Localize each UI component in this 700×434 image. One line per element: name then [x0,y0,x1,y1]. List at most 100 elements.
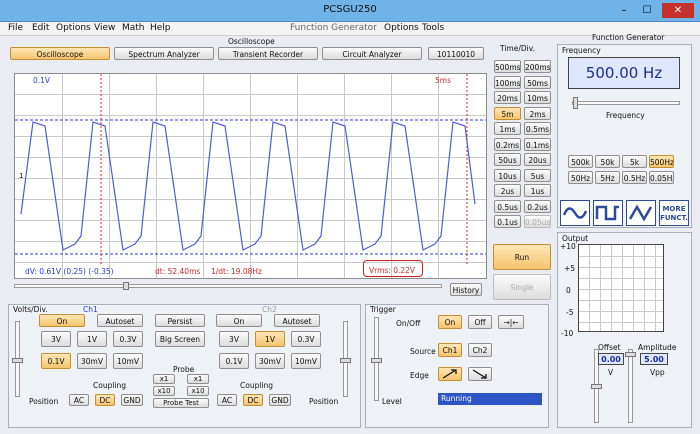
ch2-probe-x10-button[interactable]: x10 [187,386,209,396]
ch2-probe-x1-button[interactable]: x1 [187,374,209,384]
horizontal-scroll[interactable] [14,282,442,290]
source-ch1-button[interactable]: Ch1 [438,343,462,357]
timediv-button-200ms[interactable]: 200ms [524,60,551,73]
scroll-knob[interactable] [123,282,129,290]
ch1-position-knob[interactable] [12,358,23,363]
more-functions-button[interactable]: MORE FUNCT. [659,200,689,226]
ch1-probe-x1-button[interactable]: x1 [153,374,175,384]
minimize-button[interactable]: – [614,3,634,18]
range-button-0-5Hz[interactable]: 0.5Hz [622,171,647,184]
ch1-autoset-button[interactable]: Autoset [97,314,143,327]
ch1-1v-button[interactable]: 1V [77,331,107,347]
ch1-30mv-button[interactable]: 30mV [77,353,107,369]
timediv-button-2ms[interactable]: 2ms [524,106,551,120]
ch1-probe-x10-button[interactable]: x10 [153,386,175,396]
timediv-button-50ms[interactable]: 50ms [524,75,551,89]
ch2-1v-button[interactable]: 1V [255,331,285,347]
ch1-0-1v-button[interactable]: 0.1V [41,353,71,369]
trigger-level-knob[interactable] [371,358,382,363]
ch2-position-knob[interactable] [340,358,351,363]
timediv-button-1us[interactable]: 1us [524,184,551,197]
ch2-10mv-button[interactable]: 10mV [291,353,321,369]
trigger-on-button[interactable]: On [438,315,462,329]
source-ch2-button[interactable]: Ch2 [468,343,492,357]
tab-transient-recorder[interactable]: Transient Recorder [218,47,318,60]
triangle-wave-button[interactable] [626,200,656,226]
ch2-0-1v-button[interactable]: 0.1V [219,353,249,369]
tab-oscilloscope[interactable]: Oscilloscope [10,47,110,60]
trigger-off-button[interactable]: Off [468,315,492,329]
ch2-autoset-button[interactable]: Autoset [274,314,320,327]
run-button[interactable]: Run [493,244,551,270]
ch2-position-slider[interactable] [340,321,351,397]
ch2-30mv-button[interactable]: 30mV [255,353,285,369]
maximize-button[interactable]: ☐ [637,3,657,18]
range-button-5k[interactable]: 5k [622,155,647,168]
range-button-0-05Hz[interactable]: 0.05Hz [649,171,674,184]
timediv-button-500ms[interactable]: 500ms [494,60,521,73]
timediv-button-50us[interactable]: 50us [494,153,521,166]
ch2-on-button[interactable]: On [216,314,262,327]
timediv-button-20us[interactable]: 20us [524,153,551,166]
close-button[interactable]: ✕ [662,3,694,18]
ch1-0-3v-button[interactable]: 0.3V [113,331,143,347]
frequency-slider[interactable] [572,97,680,109]
scope-screen[interactable]: 1 0.1V 5ms dV: 0.61V (0.25) (-0.35) dt: … [14,73,487,279]
ch1-3v-button[interactable]: 3V [41,331,71,347]
timediv-button-20ms[interactable]: 20ms [494,91,521,104]
rising-edge-button[interactable] [438,367,462,381]
timediv-button-5m[interactable]: 5m [494,106,521,120]
timediv-button-0-5ms[interactable]: 0.5ms [524,122,551,135]
ch2-ac-button[interactable]: AC [217,394,237,406]
timediv-button-1ms[interactable]: 1ms [494,122,521,135]
menu-edit[interactable]: Edit [32,23,49,33]
probe-test-button[interactable]: Probe Test [153,398,209,408]
tab-spectrum-analyzer[interactable]: Spectrum Analyzer [114,47,214,60]
ch2-0-3v-button[interactable]: 0.3V [291,331,321,347]
trigger-center-button[interactable]: →|← [498,315,524,329]
timediv-button-2us[interactable]: 2us [494,184,521,197]
timediv-button-0-2us[interactable]: 0.2us [524,199,551,213]
timediv-button-100ms[interactable]: 100ms [494,75,521,89]
range-button-500k[interactable]: 500k [568,155,593,168]
tab-circuit-analyzer[interactable]: Circuit Analyzer [322,47,422,60]
amplitude-slider[interactable] [625,349,636,423]
frequency-knob[interactable] [573,97,578,109]
fg-menu-options[interactable]: Options [384,23,419,33]
ch1-position-slider[interactable] [12,321,23,397]
ch1-10mv-button[interactable]: 10mV [113,353,143,369]
range-button-50k[interactable]: 50k [595,155,620,168]
single-button[interactable]: Single [493,274,551,300]
fg-menu-tools[interactable]: Tools [422,23,444,33]
ch1-dc-button[interactable]: DC [95,394,115,406]
menu-help[interactable]: Help [150,23,171,33]
sine-wave-button[interactable] [560,200,590,226]
timediv-button-0-05us[interactable]: 0.05us [524,215,551,228]
ch2-gnd-button[interactable]: GND [269,394,291,406]
ch2-dc-button[interactable]: DC [243,394,263,406]
trigger-level-slider[interactable] [371,317,382,401]
timediv-button-10us[interactable]: 10us [494,168,521,182]
timediv-button-5us[interactable]: 5us [524,168,551,182]
timediv-button-0-1us[interactable]: 0.1us [494,215,521,228]
timediv-button-0-2ms[interactable]: 0.2ms [494,137,521,151]
range-button-500Hz[interactable]: 500Hz [649,155,674,168]
falling-edge-button[interactable] [468,367,492,381]
amplitude-knob[interactable] [625,352,636,357]
big-screen-button[interactable]: Big Screen [155,331,205,347]
range-button-5Hz[interactable]: 5Hz [595,171,620,184]
range-button-50Hz[interactable]: 50Hz [568,171,593,184]
offset-knob[interactable] [591,384,602,389]
menu-math[interactable]: Math [122,23,145,33]
square-wave-button[interactable] [593,200,623,226]
ch1-gnd-button[interactable]: GND [121,394,143,406]
tab-bits[interactable]: 10110010 [428,47,484,60]
ch1-on-button[interactable]: On [39,314,85,327]
menu-file[interactable]: File [8,23,23,33]
menu-options[interactable]: Options [56,23,91,33]
ch2-3v-button[interactable]: 3V [219,331,249,347]
timediv-button-10ms[interactable]: 10ms [524,91,551,104]
menu-view[interactable]: View [94,23,115,33]
timediv-button-0-1ms[interactable]: 0.1ms [524,137,551,151]
persist-button[interactable]: Persist [155,314,205,327]
